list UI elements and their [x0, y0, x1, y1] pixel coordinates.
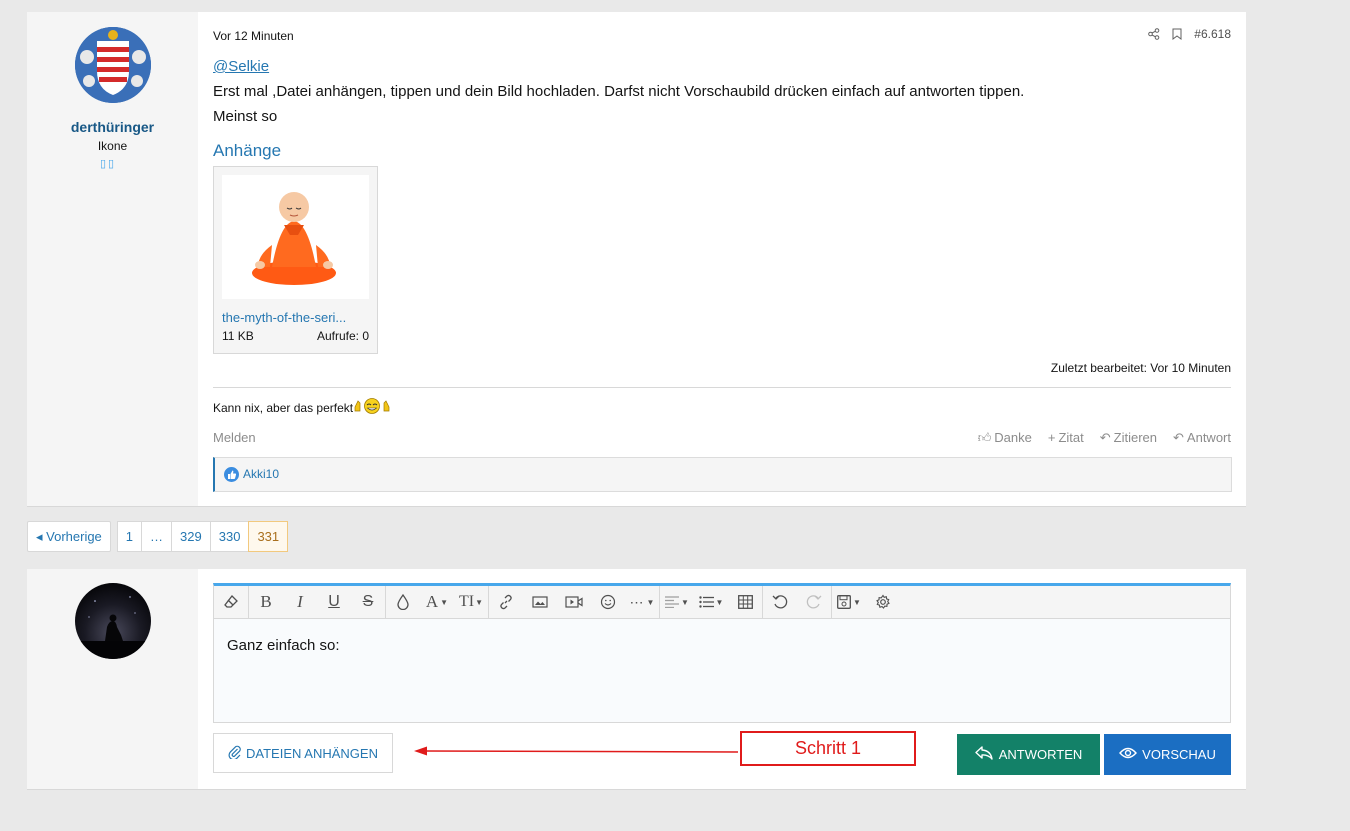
underline-icon[interactable]: U: [317, 586, 351, 618]
table-icon[interactable]: [728, 586, 763, 618]
attach-files-button[interactable]: DATEIEN ANHÄNGEN: [213, 733, 393, 773]
rich-text-editor: B I U S A ▼ TI ▼ ⋯ ▼ ▼ ▼ ▼ Ganz einfach …: [213, 583, 1231, 723]
quote-button[interactable]: ↶ Zitieren: [1100, 430, 1157, 446]
previous-page-button[interactable]: ◂ Vorherige: [27, 521, 111, 552]
font-size-icon[interactable]: TI ▼: [454, 586, 489, 618]
post-user-panel: derthüringer Ikone ▯▯: [27, 12, 198, 506]
thumbs-up-icon: 👍︎: [977, 430, 992, 445]
attachment-views: Aufrufe: 0: [316, 329, 369, 343]
bookmark-icon[interactable]: [1172, 28, 1182, 40]
post-time[interactable]: Vor 12 Minuten: [213, 29, 294, 43]
editor-content[interactable]: Ganz einfach so:: [227, 637, 340, 654]
caret-left-icon: ◂: [36, 529, 47, 544]
reaction-user-link[interactable]: Akki10: [243, 467, 279, 481]
annotation-step-label: Schritt 1: [740, 731, 916, 766]
attachment-card[interactable]: the-myth-of-the-seri... 11 KB Aufrufe: 0: [213, 166, 378, 354]
preview-button[interactable]: VORSCHAU: [1104, 734, 1231, 775]
post-number[interactable]: #6.618: [1194, 27, 1231, 41]
multi-quote-button[interactable]: + Zitat: [1048, 430, 1084, 446]
signature-divider: [213, 387, 1231, 388]
font-family-icon[interactable]: A ▼: [420, 586, 454, 618]
eye-icon: [1119, 747, 1138, 762]
redo-icon[interactable]: [797, 586, 832, 618]
reply-arrow-icon: ↶: [1173, 430, 1184, 445]
paperclip-icon: [228, 745, 242, 762]
align-icon[interactable]: ▼: [660, 586, 694, 618]
editor-toolbar: B I U S A ▼ TI ▼ ⋯ ▼ ▼ ▼ ▼: [214, 586, 1230, 619]
signature-text: Kann nix, aber das perfekt: [213, 400, 354, 415]
submit-reply-button[interactable]: ANTWORTEN: [957, 734, 1100, 775]
eraser-icon[interactable]: [214, 586, 249, 618]
page-link[interactable]: 1: [116, 521, 143, 552]
signature: Kann nix, aber das perfekt: [213, 397, 391, 418]
quote-label: Zitieren: [1113, 430, 1158, 445]
strikethrough-icon[interactable]: S: [351, 586, 386, 618]
drafts-icon[interactable]: ▼: [832, 586, 866, 618]
list-icon[interactable]: ▼: [694, 586, 728, 618]
page-ellipsis[interactable]: …: [141, 521, 173, 552]
italic-icon[interactable]: I: [283, 586, 317, 618]
attach-files-label: DATEIEN ANHÄNGEN: [246, 745, 378, 761]
plus-icon: +: [1047, 430, 1056, 445]
thumbs-smile-emoji-icon: [353, 397, 391, 418]
mention-link[interactable]: @Selkie: [213, 58, 269, 75]
thanks-button[interactable]: 👍︎ Danke: [978, 430, 1032, 446]
user-avatar[interactable]: [75, 27, 151, 103]
attachment-filename[interactable]: the-myth-of-the-seri...: [222, 310, 369, 325]
current-user-avatar[interactable]: [75, 583, 151, 659]
username[interactable]: derthüringer: [27, 119, 198, 135]
annotation-arrow-icon: [414, 746, 739, 756]
share-icon[interactable]: [1148, 28, 1160, 40]
user-title: Ikone: [97, 139, 128, 153]
last-edited[interactable]: Zuletzt bearbeitet: Vor 10 Minuten: [1051, 361, 1231, 375]
message-line-1: Erst mal ,Datei anhängen, tippen und dei…: [213, 83, 1025, 100]
message-line-2: Meinst so: [213, 108, 278, 125]
thanks-label: Danke: [994, 430, 1032, 445]
reply-arrow-icon: [975, 746, 993, 763]
page-link[interactable]: 329: [171, 521, 211, 552]
attachments-heading: Anhänge: [213, 141, 282, 160]
reply-user-panel: [27, 569, 198, 789]
link-icon[interactable]: [489, 586, 523, 618]
post-header-actions: #6.618: [1148, 27, 1231, 41]
submit-reply-label: ANTWORTEN: [998, 747, 1083, 762]
attachment-thumbnail[interactable]: [222, 175, 369, 299]
report-link[interactable]: Melden: [213, 430, 256, 445]
reply-arrow-icon: ↶: [1099, 430, 1111, 445]
settings-gear-icon[interactable]: [866, 586, 900, 618]
post-actions: 👍︎ Danke + Zitat ↶ Zitieren ↶ Antwort: [978, 430, 1231, 446]
preview-label: VORSCHAU: [1142, 747, 1216, 762]
more-options-icon[interactable]: ⋯ ▼: [625, 586, 660, 618]
post-message: derthüringer Ikone ▯▯ Vor 12 Minuten #6.…: [27, 12, 1246, 507]
previous-page-label: Vorherige: [46, 529, 102, 544]
current-page[interactable]: 331: [248, 521, 289, 552]
image-icon[interactable]: [523, 586, 557, 618]
multi-quote-label: Zitat: [1058, 430, 1084, 445]
bold-icon[interactable]: B: [249, 586, 283, 618]
reactions-bar[interactable]: Akki10: [213, 457, 1232, 492]
like-icon: [224, 467, 239, 482]
undo-icon[interactable]: [763, 586, 797, 618]
user-badges: ▯▯: [100, 158, 117, 170]
reply-label: Antwort: [1186, 430, 1231, 445]
color-drop-icon[interactable]: [386, 586, 420, 618]
smilie-icon[interactable]: [591, 586, 625, 618]
media-icon[interactable]: [557, 586, 591, 618]
reply-button[interactable]: ↶ Antwort: [1173, 430, 1231, 446]
pagination: ◂ Vorherige 1 … 329 330 331: [27, 521, 289, 552]
attachment-size: 11 KB: [222, 329, 254, 343]
page-link[interactable]: 330: [209, 521, 250, 552]
